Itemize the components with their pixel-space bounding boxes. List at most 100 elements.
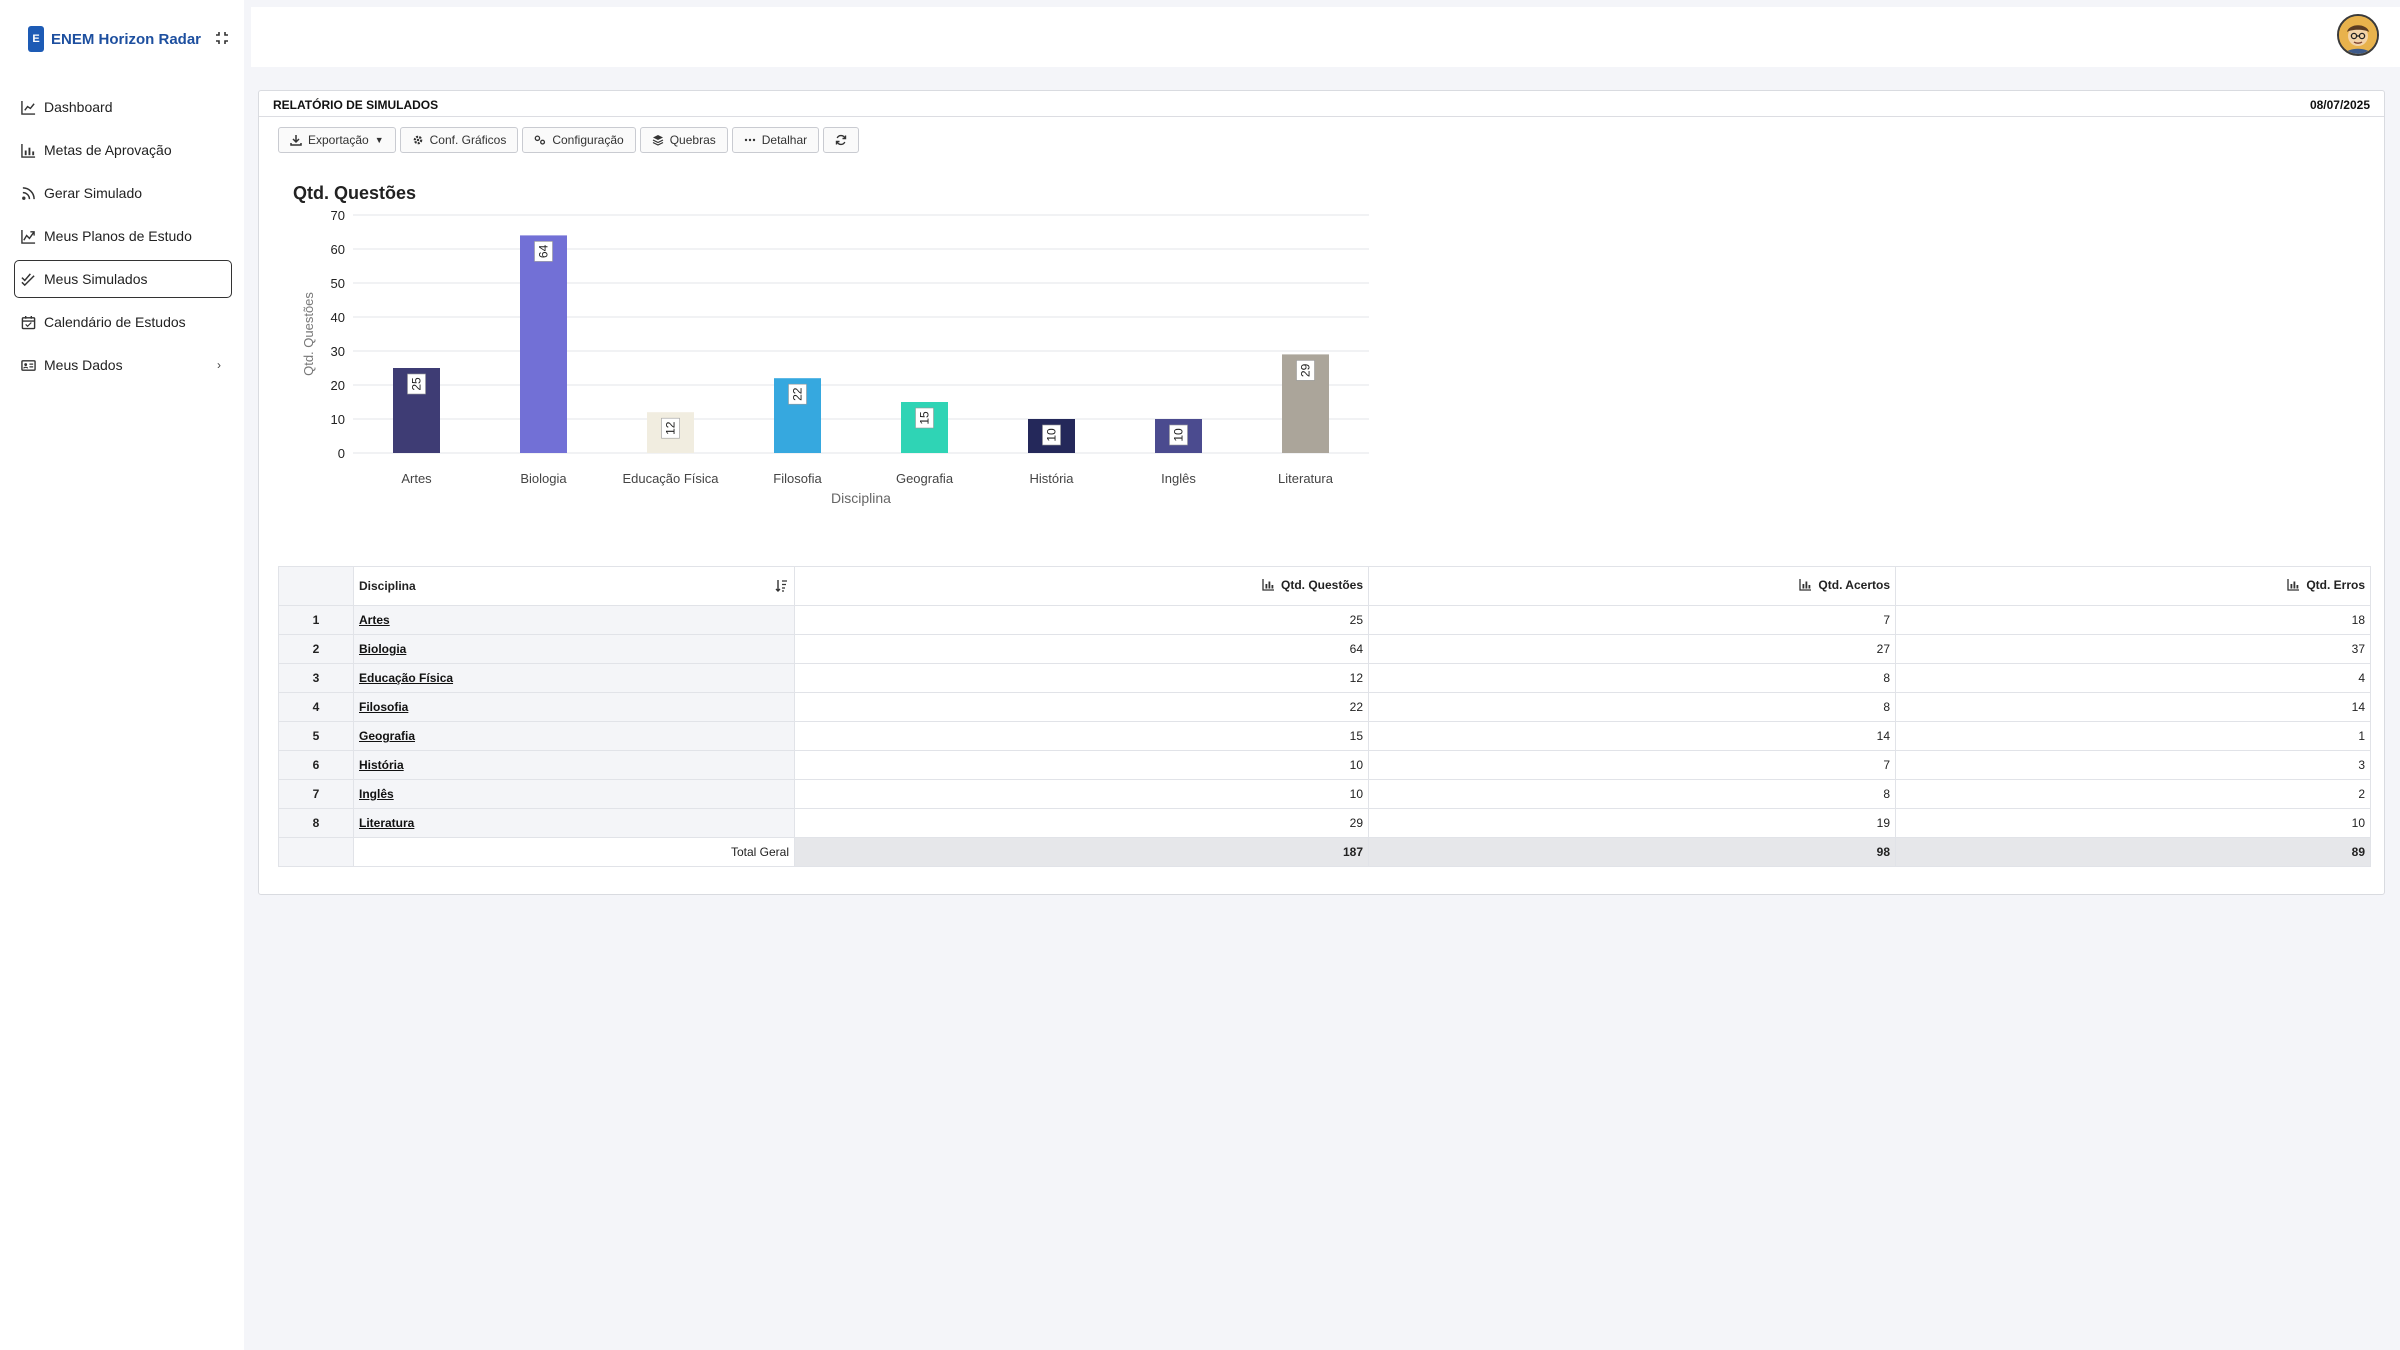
- sidebar-item-meus-simulados[interactable]: Meus Simulados: [14, 260, 232, 298]
- discipline-link[interactable]: Filosofia: [359, 700, 408, 714]
- table-row: 1 Artes 25 7 18: [278, 605, 2371, 635]
- gears-icon: [534, 135, 546, 145]
- correct-header[interactable]: Qtd. Acertos: [1368, 566, 1896, 606]
- discipline-cell: Educação Física: [353, 663, 795, 693]
- questions-header-label: Qtd. Questões: [1280, 577, 1363, 592]
- sidebar-item-planos-estudo[interactable]: Meus Planos de Estudo: [14, 217, 232, 255]
- correct-cell: 27: [1368, 634, 1896, 664]
- errors-cell: 4: [1895, 663, 2371, 693]
- questions-cell: 25: [794, 605, 1369, 635]
- export-label: Exportação: [308, 133, 369, 147]
- discipline-cell: Filosofia: [353, 692, 795, 722]
- sort-icon[interactable]: [775, 579, 788, 595]
- data-label: 64: [537, 244, 551, 258]
- breaks-label: Quebras: [669, 133, 716, 147]
- discipline-link[interactable]: Literatura: [359, 816, 414, 830]
- index-header: [278, 566, 354, 606]
- sidebar-item-dashboard[interactable]: Dashboard: [14, 88, 232, 126]
- config-label: Configuração: [552, 133, 624, 147]
- gear-icon: [413, 135, 422, 145]
- table-row: 6 História 10 7 3: [278, 750, 2371, 780]
- x-axis-label: Disciplina: [831, 490, 891, 506]
- errors-cell: 18: [1895, 605, 2371, 635]
- config-button[interactable]: Configuração: [522, 127, 636, 153]
- export-button[interactable]: Exportação ▼: [278, 127, 396, 153]
- questions-cell: 10: [794, 750, 1369, 780]
- user-avatar[interactable]: [2337, 14, 2379, 56]
- x-tick-label: Biologia: [520, 471, 567, 486]
- table-row: 3 Educação Física 12 8 4: [278, 663, 2371, 693]
- sidebar: E ENEM Horizon Radar Dashboard Metas de …: [0, 0, 244, 1350]
- x-tick-label: Inglês: [1161, 471, 1196, 486]
- discipline-link[interactable]: História: [359, 758, 404, 772]
- collapse-sidebar-icon[interactable]: [212, 28, 232, 48]
- discipline-header: Disciplina: [353, 566, 795, 606]
- refresh-icon: [835, 134, 847, 146]
- errors-header[interactable]: Qtd. Erros: [1895, 566, 2371, 606]
- discipline-cell: Geografia: [353, 721, 795, 751]
- sidebar-item-meus-dados[interactable]: Meus Dados ›: [14, 346, 232, 384]
- y-tick-label: 0: [338, 446, 345, 461]
- sidebar-item-metas[interactable]: Metas de Aprovação: [14, 131, 232, 169]
- discipline-link[interactable]: Educação Física: [359, 671, 453, 685]
- id-card-icon: [21, 359, 36, 371]
- x-tick-label: Literatura: [1278, 471, 1334, 486]
- discipline-link[interactable]: Geografia: [359, 729, 415, 743]
- bar-chart: Qtd. Questões 0 10 20 30 40 50 60 70 Qtd. Questõe…: [293, 183, 1369, 506]
- discipline-cell: História: [353, 750, 795, 780]
- data-label: 10: [1172, 428, 1186, 442]
- breaks-button[interactable]: Quebras: [639, 127, 728, 153]
- discipline-cell: Literatura: [353, 808, 795, 838]
- chart-title: Qtd. Questões: [293, 183, 416, 203]
- row-index: 6: [278, 750, 354, 780]
- refresh-button[interactable]: [823, 127, 860, 153]
- correct-cell: 14: [1368, 721, 1896, 751]
- correct-cell: 7: [1368, 605, 1896, 635]
- report-header: RELATÓRIO DE SIMULADOS 08/07/2025: [259, 91, 2384, 117]
- detail-button[interactable]: Detalhar: [731, 127, 820, 153]
- correct-header-label: Qtd. Acertos: [1818, 577, 1890, 592]
- correct-cell: 8: [1368, 692, 1896, 722]
- errors-cell: 2: [1895, 779, 2371, 809]
- y-tick-label: 40: [331, 310, 345, 325]
- y-tick-label: 30: [331, 344, 345, 359]
- questions-cell: 12: [794, 663, 1369, 693]
- discipline-cell: Inglês: [353, 779, 795, 809]
- bar-chart-icon: [1262, 579, 1274, 591]
- discipline-cell: Artes: [353, 605, 795, 635]
- questions-cell: 15: [794, 721, 1369, 751]
- sidebar-item-calendario[interactable]: Calendário de Estudos: [14, 303, 232, 341]
- y-tick-label: 60: [331, 242, 345, 257]
- report-panel: RELATÓRIO DE SIMULADOS 08/07/2025 Export…: [258, 90, 2385, 895]
- row-index: 2: [278, 634, 354, 664]
- row-index: 5: [278, 721, 354, 751]
- y-axis-label: Qtd. Questões: [301, 292, 316, 376]
- errors-cell: 3: [1895, 750, 2371, 780]
- discipline-link[interactable]: Inglês: [359, 787, 394, 801]
- errors-cell: 14: [1895, 692, 2371, 722]
- questions-header[interactable]: Qtd. Questões: [794, 566, 1369, 606]
- data-label: 10: [1045, 428, 1059, 442]
- data-label: 29: [1299, 363, 1313, 377]
- row-index: 7: [278, 779, 354, 809]
- avatar-image: [2339, 16, 2377, 54]
- table-row: 5 Geografia 15 14 1: [278, 721, 2371, 751]
- data-label: 12: [664, 421, 678, 435]
- y-tick-label: 20: [331, 378, 345, 393]
- bar-chart-icon: [1799, 579, 1812, 591]
- total-index-cell: [278, 837, 354, 867]
- rss-icon: [22, 186, 35, 200]
- discipline-link[interactable]: Biologia: [359, 642, 406, 656]
- top-bar: [251, 7, 2400, 67]
- x-tick-label: Filosofia: [773, 471, 822, 486]
- chart-config-button[interactable]: Conf. Gráficos: [399, 127, 519, 153]
- discipline-link[interactable]: Artes: [359, 613, 390, 627]
- questions-cell: 64: [794, 634, 1369, 664]
- sidebar-item-label: Dashboard: [44, 99, 113, 115]
- table-row: 7 Inglês 10 8 2: [278, 779, 2371, 809]
- brand[interactable]: E ENEM Horizon Radar: [28, 26, 201, 52]
- correct-cell: 8: [1368, 663, 1896, 693]
- sidebar-item-gerar-simulado[interactable]: Gerar Simulado: [14, 174, 232, 212]
- sidebar-nav: Dashboard Metas de Aprovação Gerar Simul…: [14, 88, 232, 389]
- data-label: 25: [410, 377, 424, 391]
